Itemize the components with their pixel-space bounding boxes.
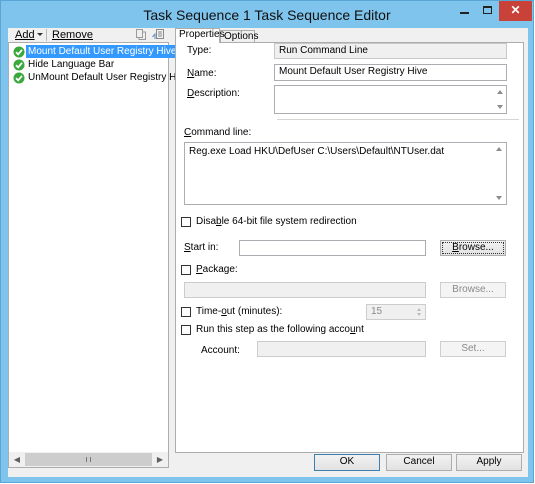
timeout-label: Time-out (minutes): xyxy=(196,306,283,317)
add-label: Add xyxy=(15,29,35,41)
disable-64bit-label: Disable 64-bit file system redirection xyxy=(196,216,357,227)
package-checkbox[interactable] xyxy=(181,265,191,275)
green-check-icon xyxy=(13,72,25,83)
title-bar[interactable]: Task Sequence 1 Task Sequence Editor ✕ xyxy=(1,1,533,28)
maximize-icon xyxy=(483,6,492,14)
type-field: Run Command Line xyxy=(274,43,507,59)
minimize-icon xyxy=(459,12,469,14)
green-check-icon xyxy=(13,46,25,57)
timeout-checkbox[interactable] xyxy=(181,307,191,317)
add-menu-button[interactable]: Add xyxy=(15,29,35,41)
package-input[interactable] xyxy=(184,282,426,298)
package-browse-button[interactable]: Browse... xyxy=(440,282,506,298)
command-line-label: Command line: xyxy=(184,127,252,138)
tree-item-label: UnMount Default User Registry Hive xyxy=(28,72,190,83)
command-line-scrollbar[interactable] xyxy=(493,143,506,204)
description-label: Description: xyxy=(187,88,240,99)
section-divider xyxy=(277,119,519,120)
sequence-toolbar: Add Remove xyxy=(8,28,170,42)
run-as-label: Run this step as the following account xyxy=(196,324,364,335)
tab-properties[interactable]: Properties xyxy=(175,28,225,43)
green-check-icon xyxy=(13,59,25,70)
name-label: Name: xyxy=(187,68,217,79)
increment-icon[interactable] xyxy=(417,308,421,311)
apply-button[interactable]: Apply xyxy=(456,454,522,471)
dialog-client-area: Add Remove Mount Default User Registry H… xyxy=(8,28,528,477)
tree-horizontal-scrollbar[interactable]: ◀ ▶ xyxy=(8,452,169,468)
tree-item-label: Mount Default User Registry Hive xyxy=(26,45,179,58)
close-icon: ✕ xyxy=(510,3,521,17)
disable-64bit-checkbox[interactable] xyxy=(181,217,191,227)
set-account-button[interactable]: Set... xyxy=(440,341,506,357)
move-up-icon[interactable] xyxy=(136,29,146,40)
tree-item-unmount-registry[interactable]: UnMount Default User Registry Hive xyxy=(10,71,191,84)
grip-icon xyxy=(86,457,91,462)
scroll-right-icon[interactable]: ▶ xyxy=(152,452,168,467)
start-in-label: Start in: xyxy=(184,242,219,253)
scroll-up-icon[interactable] xyxy=(497,90,503,94)
remove-button[interactable]: Remove xyxy=(52,29,93,41)
scroll-up-icon[interactable] xyxy=(496,147,502,151)
tree-item-label: Hide Language Bar xyxy=(28,59,115,70)
task-sequence-tree[interactable]: Mount Default User Registry Hive Hide La… xyxy=(8,42,189,453)
description-scrollbar[interactable] xyxy=(494,86,506,113)
type-label: Type: xyxy=(187,45,212,56)
timeout-value: 15 xyxy=(371,306,383,317)
account-input[interactable] xyxy=(257,341,426,357)
remove-label: Remove xyxy=(52,29,93,41)
minimize-button[interactable] xyxy=(452,1,476,21)
start-in-input[interactable] xyxy=(239,240,426,256)
timeout-stepper[interactable]: 15 xyxy=(366,304,426,320)
scrollbar-thumb[interactable] xyxy=(25,453,152,466)
editor-window: Task Sequence 1 Task Sequence Editor ✕ A… xyxy=(0,0,534,483)
command-line-textarea[interactable]: Reg.exe Load HKU\DefUser C:\Users\Defaul… xyxy=(184,142,507,205)
tree-item-mount-registry[interactable]: Mount Default User Registry Hive xyxy=(10,45,179,58)
close-button[interactable]: ✕ xyxy=(499,1,532,21)
description-textarea[interactable] xyxy=(274,85,507,114)
account-label: Account: xyxy=(201,345,240,356)
cancel-button[interactable]: Cancel xyxy=(386,454,452,471)
toolbar-separator xyxy=(46,29,47,41)
move-down-icon[interactable] xyxy=(152,29,165,40)
start-in-browse-button[interactable]: Browse... xyxy=(440,240,506,256)
decrement-icon[interactable] xyxy=(417,313,421,316)
add-dropdown-arrow-icon[interactable] xyxy=(37,33,43,36)
maximize-button[interactable] xyxy=(476,1,499,21)
name-input[interactable]: Mount Default User Registry Hive xyxy=(274,64,507,81)
package-label: Package: xyxy=(196,264,238,275)
run-as-checkbox[interactable] xyxy=(181,325,191,335)
scroll-down-icon[interactable] xyxy=(496,196,502,200)
stepper-arrows[interactable] xyxy=(416,305,425,319)
tree-item-hide-language-bar[interactable]: Hide Language Bar xyxy=(10,58,116,71)
ok-button[interactable]: OK xyxy=(314,454,380,471)
tab-options[interactable]: Options xyxy=(220,30,258,42)
scroll-left-icon[interactable]: ◀ xyxy=(9,452,25,467)
scroll-down-icon[interactable] xyxy=(497,105,503,109)
